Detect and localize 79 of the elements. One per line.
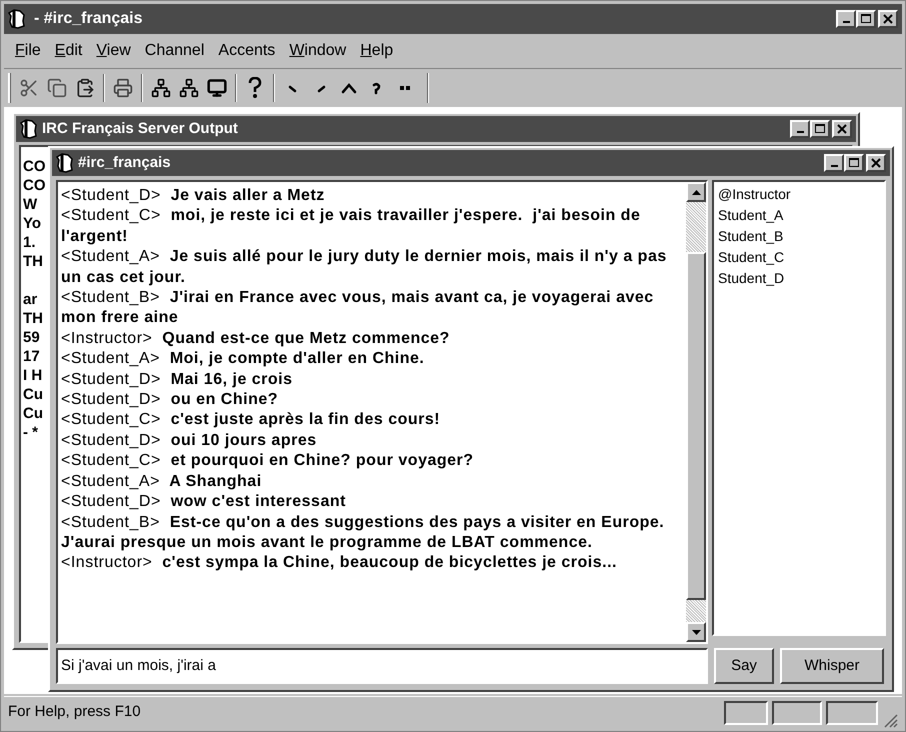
minimize-icon <box>830 165 838 167</box>
close-button[interactable] <box>832 120 852 138</box>
down-arrow-icon <box>692 630 700 634</box>
up-arrow-icon <box>692 190 700 194</box>
output-line: Cu <box>23 385 43 404</box>
maximize-icon <box>815 124 825 134</box>
minimize-button[interactable] <box>824 154 844 172</box>
minimize-icon <box>796 131 804 133</box>
menu-item[interactable]: View <box>89 39 138 63</box>
window-title: IRC Français Server Output <box>42 118 239 139</box>
chat-message: <Student_D> Mai 16, je crois <box>61 370 294 390</box>
output-line: CO <box>23 176 46 195</box>
close-icon <box>883 14 893 24</box>
maximize-button[interactable] <box>844 154 864 172</box>
chat-message: <Instructor> Quand est-ce que Metz commence? <box>61 328 451 349</box>
message-input[interactable]: Si j'avai un mois, j'irai a <box>56 648 708 684</box>
menu-item[interactable]: File <box>8 39 48 63</box>
menu-item[interactable]: Help <box>353 39 400 63</box>
output-line: 59 <box>23 328 40 347</box>
minimize-button[interactable] <box>790 120 810 138</box>
maximize-icon <box>849 158 859 168</box>
scroll-thumb[interactable] <box>686 252 706 600</box>
status-panel <box>772 700 822 724</box>
output-line: CO <box>23 157 46 176</box>
menu-item[interactable]: Channel <box>138 39 212 63</box>
output-line: TH <box>23 309 43 328</box>
resize-grip-icon[interactable] <box>882 712 898 728</box>
app-icon <box>56 153 74 173</box>
output-line: - * <box>23 423 38 442</box>
app-icon <box>20 119 38 139</box>
chat-message: <Student_D> wow c'est interessant <box>61 492 347 512</box>
status-text: For Help, press F10 <box>8 702 142 722</box>
menu-item[interactable]: Edit <box>48 39 90 63</box>
output-line: Yo <box>23 214 42 233</box>
send-button[interactable]: Say <box>714 648 774 684</box>
close-icon <box>871 158 881 168</box>
chat-message: <Student_D> ou en Chine? <box>61 390 280 410</box>
chat-message: <Student_A> Je suis allé pour le jury duty le dernier mois, mais il n'y a pas un cas cet jour. <box>61 247 668 288</box>
chat-message: <Instructor> c'est sympa la Chine, beaucoup de bicyclettes je crois... <box>61 553 618 574</box>
menu-item[interactable]: Accents <box>211 39 282 63</box>
user-item[interactable]: @Instructor <box>718 184 880 205</box>
user-item[interactable]: Student_C <box>718 247 880 268</box>
maximize-button[interactable] <box>810 120 830 138</box>
menu-item[interactable]: Window <box>282 39 354 63</box>
chat-message: <Student_A> Moi, je compte d'aller en Chine. <box>61 349 426 370</box>
chat-message: <Student_A> A Shanghai <box>61 472 263 492</box>
output-line: TH <box>23 252 43 271</box>
app-icon <box>8 9 26 29</box>
user-item[interactable]: Student_D <box>718 268 880 289</box>
output-line: Cu <box>23 404 43 423</box>
scrollbar[interactable] <box>686 182 706 642</box>
scroll-down-button[interactable] <box>686 622 706 642</box>
minimize-icon <box>842 21 850 23</box>
close-icon <box>837 124 847 134</box>
chat-message: <Student_B> Est-ce qu'on a des suggestions des pays a visiter en Europe. J'aurai presque un mois avant le programme de LBAT commence. <box>61 512 666 553</box>
chat-message: <Student_C> c'est juste après la fin des cours! <box>61 410 442 430</box>
chat-message: <Student_D> Je vais aller a Metz <box>61 186 326 206</box>
chat-message: <Student_B> J'irai en France avec vous, mais avant ca, je voyagerai avec mon frere aine <box>61 288 655 328</box>
window-title: - #irc_français <box>34 9 144 29</box>
status-panel <box>826 700 878 724</box>
chat-message: <Student_C> moi, je reste ici et je vais travailler j'espere. j'ai besoin de l'argent! <box>61 206 642 247</box>
scroll-up-button[interactable] <box>686 182 706 202</box>
status-panel <box>724 700 768 724</box>
output-line: I H <box>23 366 42 385</box>
close-button[interactable] <box>866 154 886 172</box>
output-line: 1. <box>23 233 36 252</box>
send-button[interactable]: Whisper <box>780 648 884 684</box>
minimize-button[interactable] <box>836 10 856 28</box>
chat-message: <Student_D> oui 10 jours apres <box>61 430 318 451</box>
maximize-button[interactable] <box>856 10 876 28</box>
maximize-icon <box>861 14 871 24</box>
chat-message: <Student_C> et pourquoi en Chine? pour voyager? <box>61 451 475 472</box>
output-line: ar <box>23 290 38 309</box>
close-button[interactable] <box>878 10 898 28</box>
output-line: 17 <box>23 347 40 366</box>
user-item[interactable]: Student_A <box>718 205 880 226</box>
output-line: W <box>23 195 38 214</box>
user-item[interactable]: Student_B <box>718 226 880 247</box>
window-title: #irc_français <box>78 152 172 173</box>
